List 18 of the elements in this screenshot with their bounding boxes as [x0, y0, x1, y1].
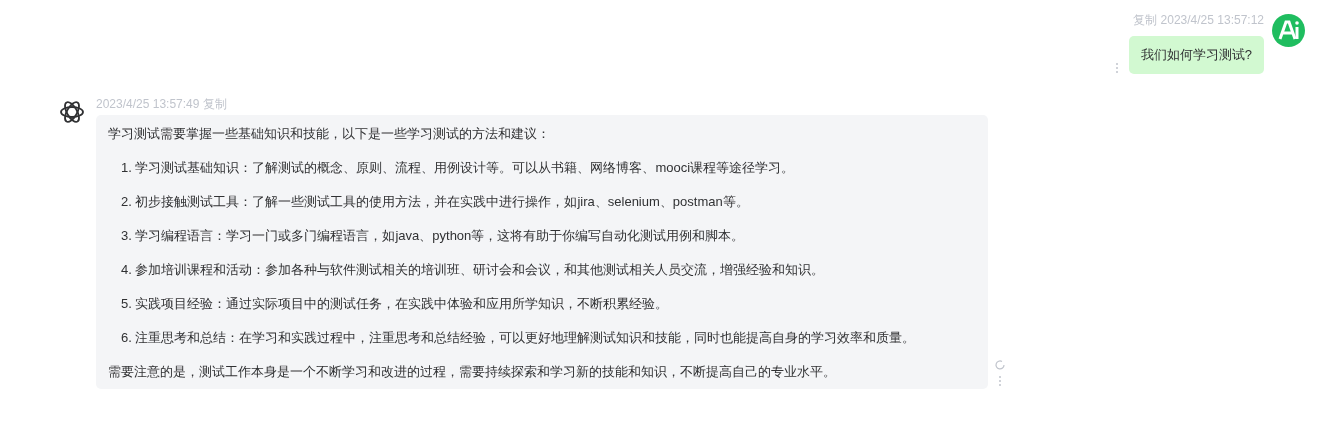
- copy-link[interactable]: 复制: [1132, 12, 1157, 28]
- paragraph: 需要注意的是，测试工作本身是一个不断学习和改进的过程，需要持续探索和学习新的技能和知识，不断提高自己的专业水平。: [108, 363, 837, 381]
- list-item: 3. 学习编程语言：学习一门或多门编程语言，如java、python等，这将有助于你编写自动化测试用例和脚本。: [120, 227, 746, 245]
- copy-link[interactable]: 复制: [203, 96, 228, 112]
- message-time: 2023/4/25 13:57:12: [1160, 12, 1264, 28]
- more-icon[interactable]: [998, 375, 1002, 387]
- list-item: 1. 学习测试基础知识：了解测试的概念、原则、流程、用例设计等。可以从书籍、网络博客、mooci课程等途径学习。: [120, 159, 796, 177]
- list-item: 6. 注重思考和总结：在学习和实践过程中，注重思考和总结经验，可以更好地理解测试知识和技能，同时也能提高自身的学习效率和质量。: [120, 329, 917, 347]
- user-message: 我们如何学习测试?: [1128, 36, 1264, 74]
- bot-logo-icon: [58, 98, 86, 126]
- list-item: 2. 初步接触测试工具：了解一些测试工具的使用方法，并在实践中进行操作，如jira、selenium、postman等。: [120, 193, 750, 211]
- more-icon[interactable]: [1114, 62, 1119, 74]
- paragraph: 学习测试需要掌握一些基础知识和技能，以下是一些学习测试的方法和建议：: [108, 125, 551, 143]
- message-time: 2023/4/25 13:57:49: [96, 96, 200, 112]
- refresh-icon[interactable]: [994, 359, 1006, 371]
- list-item: 4. 参加培训课程和活动：参加各种与软件测试相关的培训班、研讨会和会议，和其他测试相关人员交流，增强经验和知识。: [120, 261, 826, 279]
- user-avatar-icon: [1272, 14, 1305, 47]
- list-item: 5. 实践项目经验：通过实际项目中的测试任务，在实践中体验和应用所学知识，不断积累经验。: [120, 295, 670, 313]
